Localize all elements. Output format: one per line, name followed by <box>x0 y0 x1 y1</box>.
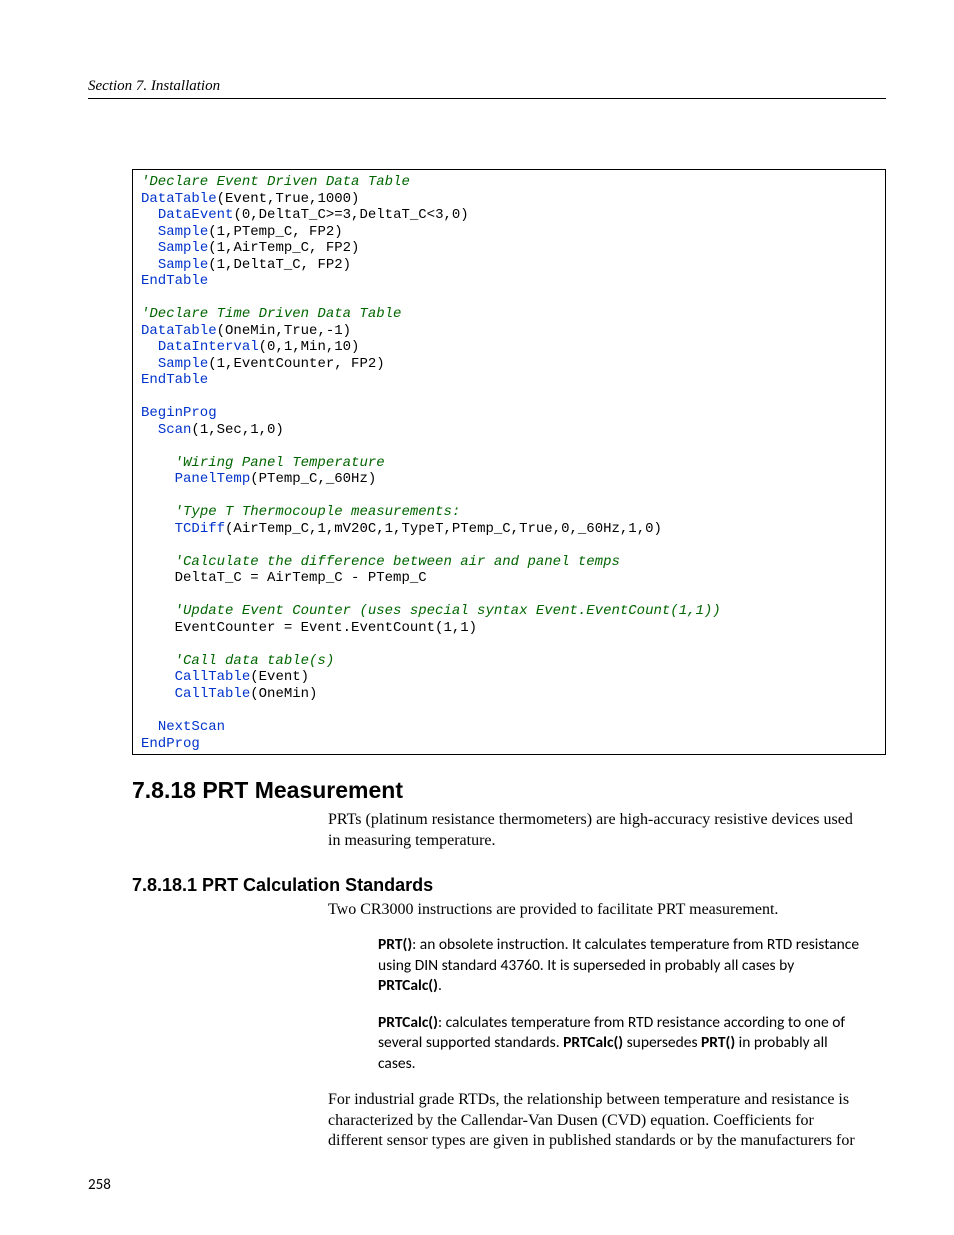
code-keyword: Sample <box>158 240 208 256</box>
code-keyword: EndTable <box>141 372 208 388</box>
definition-item: PRTCalc(): calculates temperature from R… <box>378 1013 860 1074</box>
heading-prt-measurement: 7.8.18 PRT Measurement <box>132 777 886 804</box>
term-bold: PRTCalc() <box>378 1013 438 1032</box>
term-text: supersedes <box>623 1033 701 1052</box>
code-keyword: EndProg <box>141 736 200 752</box>
code-keyword: NextScan <box>158 719 225 735</box>
code-comment: 'Calculate the difference between air an… <box>175 554 620 570</box>
code-comment: 'Wiring Panel Temperature <box>175 455 385 471</box>
code-text: (AirTemp_C,1,mV20C,1,TypeT,PTemp_C,True,… <box>225 521 662 537</box>
code-keyword: CallTable <box>175 669 251 685</box>
code-comment: 'Update Event Counter (uses special synt… <box>175 603 721 619</box>
code-text: (1,Sec,1,0) <box>191 422 283 438</box>
term-bold: PRTCalc() <box>378 976 438 995</box>
code-keyword: PanelTemp <box>175 471 251 487</box>
code-keyword: Sample <box>158 356 208 372</box>
term-text: . <box>438 976 442 995</box>
code-text: EventCounter = Event.EventCount(1,1) <box>175 620 477 636</box>
code-keyword: Sample <box>158 224 208 240</box>
code-text: (1,PTemp_C, FP2) <box>208 224 342 240</box>
code-text: (PTemp_C,_60Hz) <box>250 471 376 487</box>
code-keyword: DataEvent <box>158 207 234 223</box>
body-paragraph: For industrial grade RTDs, the relations… <box>328 1090 866 1151</box>
code-text: (Event,True,1000) <box>217 191 360 207</box>
term-text: : an obsolete instruction. It calculates… <box>378 935 859 974</box>
code-keyword: TCDiff <box>175 521 225 537</box>
code-text: (0,DeltaT_C>=3,DeltaT_C<3,0) <box>233 207 468 223</box>
definition-item: PRT(): an obsolete instruction. It calcu… <box>378 935 860 996</box>
code-text: (OneMin) <box>250 686 317 702</box>
term-bold: PRT() <box>378 935 412 954</box>
term-bold: PRT() <box>701 1033 735 1052</box>
code-keyword: DataTable <box>141 191 217 207</box>
code-keyword: Scan <box>158 422 192 438</box>
term-bold: PRTCalc() <box>563 1033 623 1052</box>
running-header: Section 7. Installation <box>88 78 886 99</box>
code-keyword: DataInterval <box>158 339 259 355</box>
page-number: 258 <box>88 1176 111 1194</box>
code-comment: 'Call data table(s) <box>175 653 335 669</box>
body-paragraph: Two CR3000 instructions are provided to … <box>328 900 866 920</box>
code-comment: 'Declare Time Driven Data Table <box>141 306 401 322</box>
code-comment: 'Declare Event Driven Data Table <box>141 174 410 190</box>
body-paragraph: PRTs (platinum resistance thermometers) … <box>328 810 866 851</box>
code-keyword: EndTable <box>141 273 208 289</box>
code-text: (0,1,Min,10) <box>259 339 360 355</box>
code-text: DeltaT_C = AirTemp_C - PTemp_C <box>175 570 427 586</box>
heading-prt-calculation-standards: 7.8.18.1 PRT Calculation Standards <box>132 875 886 896</box>
code-listing: 'Declare Event Driven Data Table DataTab… <box>132 169 886 755</box>
code-text: (Event) <box>250 669 309 685</box>
code-text: (OneMin,True,-1) <box>217 323 351 339</box>
code-keyword: Sample <box>158 257 208 273</box>
code-text: (1,AirTemp_C, FP2) <box>208 240 359 256</box>
code-keyword: DataTable <box>141 323 217 339</box>
code-text: (1,DeltaT_C, FP2) <box>208 257 351 273</box>
code-text: (1,EventCounter, FP2) <box>208 356 384 372</box>
code-keyword: CallTable <box>175 686 251 702</box>
code-comment: 'Type T Thermocouple measurements: <box>175 504 461 520</box>
code-keyword: BeginProg <box>141 405 217 421</box>
